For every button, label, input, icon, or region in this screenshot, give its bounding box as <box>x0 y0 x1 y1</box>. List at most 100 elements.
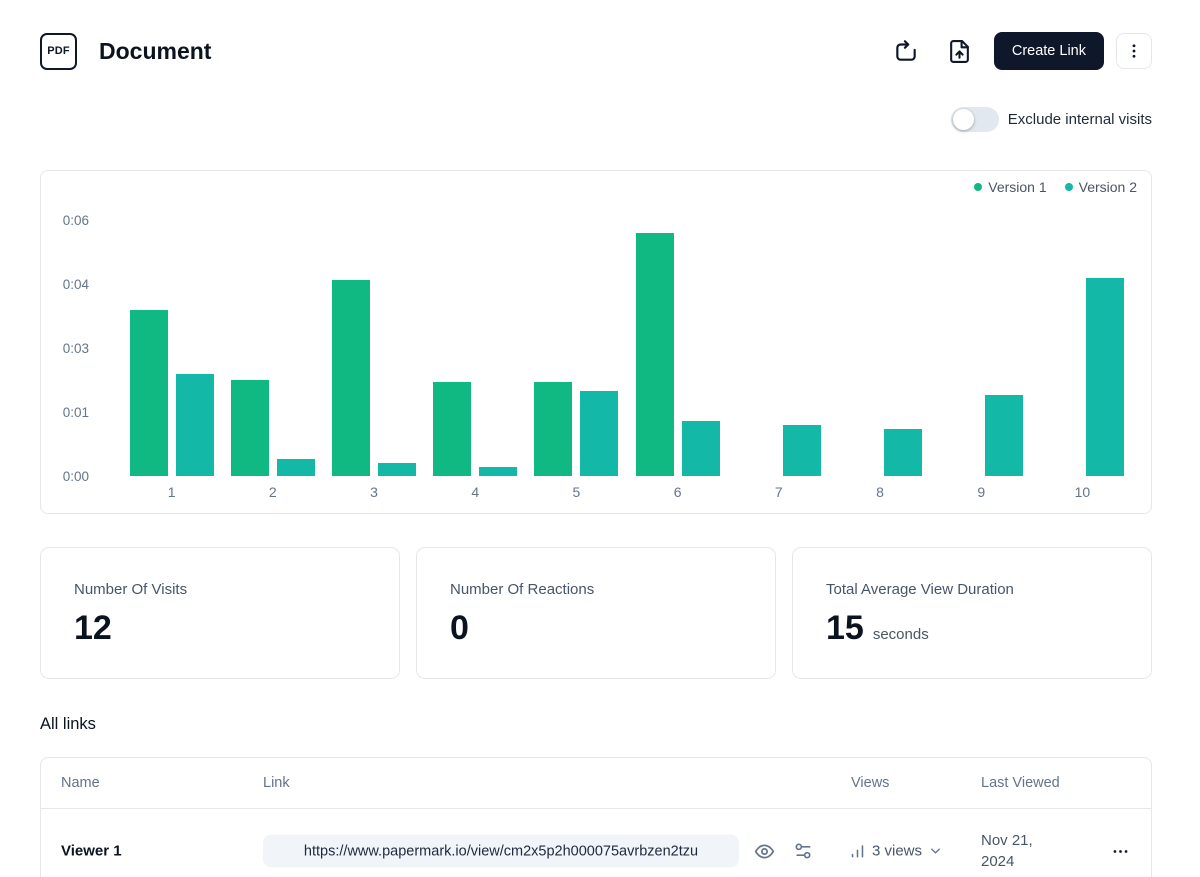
x-tick-label: 5 <box>526 484 627 504</box>
eye-icon <box>754 841 775 862</box>
bar-group-page-5 <box>526 220 627 476</box>
y-tick-label: 0:01 <box>63 405 89 420</box>
stat-card-visits: Number Of Visits 12 <box>40 547 400 679</box>
view-duration-chart: Version 1 Version 2 0:00 0:01 0:03 0:04 0:06… <box>40 170 1152 514</box>
chart-bar-version-1-page-4[interactable] <box>433 382 471 476</box>
column-header-name: Name <box>61 758 100 808</box>
x-tick-label: 6 <box>627 484 728 504</box>
legend-item-version-1: Version 1 <box>974 179 1046 195</box>
stat-label: Number Of Reactions <box>450 581 742 598</box>
link-url-text: https://www.papermark.io/view/cm2x5p2h00… <box>304 843 698 859</box>
stats-row: Number Of Visits 12 Number Of Reactions … <box>40 547 1152 679</box>
chevron-down-icon <box>928 844 943 859</box>
table-row: Viewer 1 https://www.papermark.io/view/c… <box>41 809 1151 877</box>
stat-value: 15 <box>826 611 864 645</box>
bar-group-page-4 <box>425 220 526 476</box>
rotate-arrow-square-icon <box>893 38 919 64</box>
chart-bar-version-1-page-6[interactable] <box>636 233 674 476</box>
row-menu-button[interactable] <box>1107 838 1133 864</box>
bar-chart-icon <box>849 843 866 860</box>
chart-bar-version-1-page-3[interactable] <box>332 280 370 476</box>
exclude-internal-visits-toggle[interactable] <box>951 107 999 132</box>
legend-dot-version-2 <box>1065 183 1073 191</box>
column-header-views: Views <box>851 758 889 808</box>
chart-bar-version-2-page-9[interactable] <box>985 395 1023 476</box>
bar-group-page-1 <box>121 220 222 476</box>
chart-bar-version-1-page-2[interactable] <box>231 380 269 476</box>
bar-group-page-7 <box>728 220 829 476</box>
column-header-link: Link <box>263 758 290 808</box>
y-tick-label: 0:04 <box>63 277 89 292</box>
stat-suffix: seconds <box>873 626 929 643</box>
views-count: 3 views <box>872 843 922 860</box>
x-tick-label: 7 <box>728 484 829 504</box>
y-tick-label: 0:03 <box>63 341 89 356</box>
bar-group-page-9 <box>931 220 1032 476</box>
stat-card-avg-duration: Total Average View Duration 15 seconds <box>792 547 1152 679</box>
file-up-icon <box>947 39 972 64</box>
page-header: PDF Document <box>40 28 1152 74</box>
chart-bar-version-2-page-4[interactable] <box>479 467 517 476</box>
x-tick-label: 3 <box>323 484 424 504</box>
stat-label: Number Of Visits <box>74 581 366 598</box>
chart-bar-version-2-page-3[interactable] <box>378 463 416 476</box>
bar-group-page-6 <box>627 220 728 476</box>
chart-bar-version-2-page-5[interactable] <box>580 391 618 476</box>
x-tick-label: 4 <box>425 484 526 504</box>
update-document-button[interactable] <box>946 37 974 65</box>
legend-label-version-2: Version 2 <box>1079 179 1137 195</box>
column-header-last-viewed: Last Viewed <box>981 758 1060 808</box>
chart-bar-version-1-page-1[interactable] <box>130 310 168 476</box>
document-analytics-page: PDF Document <box>0 0 1200 877</box>
chart-legend: Version 1 Version 2 <box>974 179 1137 195</box>
x-tick-label: 1 <box>121 484 222 504</box>
link-url-pill[interactable]: https://www.papermark.io/view/cm2x5p2h00… <box>263 835 739 868</box>
y-tick-label: 0:00 <box>63 469 89 484</box>
last-viewed-date: Nov 21, 2024 <box>981 830 1053 872</box>
bar-group-page-3 <box>323 220 424 476</box>
chart-bar-version-2-page-7[interactable] <box>783 425 821 476</box>
more-horizontal-icon <box>1111 842 1130 861</box>
header-actions: Create Link <box>892 32 1152 70</box>
toggle-knob <box>953 109 974 130</box>
preview-document-button[interactable] <box>892 37 920 65</box>
bar-group-page-8 <box>829 220 930 476</box>
link-settings-button[interactable] <box>792 840 814 862</box>
stat-value: 12 <box>74 611 112 645</box>
y-axis: 0:000:010:030:040:06 <box>41 220 89 476</box>
x-tick-label: 2 <box>222 484 323 504</box>
links-table: Name Link Views Last Viewed Viewer 1 htt… <box>40 757 1152 877</box>
x-axis: 12345678910 <box>121 484 1133 504</box>
kebab-menu-icon <box>1125 42 1143 60</box>
link-name: Viewer 1 <box>61 843 122 860</box>
x-tick-label: 8 <box>829 484 930 504</box>
chart-bar-version-2-page-8[interactable] <box>884 429 922 476</box>
chart-bar-version-2-page-10[interactable] <box>1086 278 1124 476</box>
exclude-internal-visits-label: Exclude internal visits <box>1008 111 1152 128</box>
stat-label: Total Average View Duration <box>826 581 1118 598</box>
legend-label-version-1: Version 1 <box>988 179 1046 195</box>
header-left: PDF Document <box>40 33 211 70</box>
legend-dot-version-1 <box>974 183 982 191</box>
chart-bar-version-1-page-5[interactable] <box>534 382 572 476</box>
stat-value: 0 <box>450 611 469 645</box>
legend-item-version-2: Version 2 <box>1065 179 1137 195</box>
preview-link-button[interactable] <box>753 840 775 862</box>
chart-bar-version-2-page-1[interactable] <box>176 374 214 476</box>
bar-group-page-10 <box>1032 220 1133 476</box>
settings-sliders-icon <box>793 841 813 861</box>
bar-group-page-2 <box>222 220 323 476</box>
plot-area <box>121 220 1133 476</box>
x-tick-label: 9 <box>931 484 1032 504</box>
chart-bar-version-2-page-6[interactable] <box>682 421 720 476</box>
document-menu-button[interactable] <box>1116 33 1152 69</box>
views-dropdown[interactable]: 3 views <box>849 843 943 860</box>
create-link-button[interactable]: Create Link <box>994 32 1104 70</box>
page-title: Document <box>99 38 211 65</box>
pdf-file-type-badge: PDF <box>40 33 77 70</box>
exclude-internal-visits-row: Exclude internal visits <box>951 107 1152 132</box>
x-tick-label: 10 <box>1032 484 1133 504</box>
links-table-header: Name Link Views Last Viewed <box>41 758 1151 809</box>
chart-bar-version-2-page-2[interactable] <box>277 459 315 476</box>
y-tick-label: 0:06 <box>63 213 89 228</box>
